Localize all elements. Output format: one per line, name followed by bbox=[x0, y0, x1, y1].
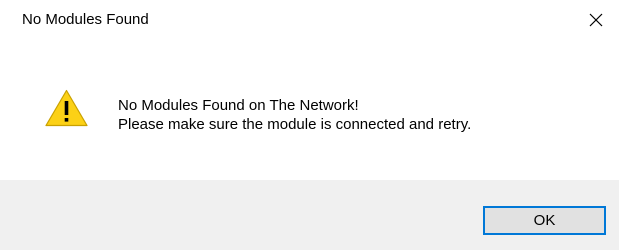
close-icon bbox=[588, 12, 604, 28]
message-dialog: No Modules Found No Modules Found on The… bbox=[0, 0, 619, 250]
title-bar: No Modules Found bbox=[0, 0, 619, 40]
dialog-content: No Modules Found on The Network! Please … bbox=[0, 40, 619, 180]
message-text: No Modules Found on The Network! Please … bbox=[118, 96, 471, 134]
ok-button-label: OK bbox=[533, 212, 556, 229]
message-line-1: No Modules Found on The Network! bbox=[118, 97, 359, 114]
close-button[interactable] bbox=[573, 0, 619, 40]
dialog-footer: OK bbox=[0, 180, 619, 250]
message-line-2: Please make sure the module is connected… bbox=[118, 116, 472, 133]
warning-icon bbox=[44, 88, 89, 128]
ok-button[interactable]: OK bbox=[483, 206, 606, 235]
dialog-title: No Modules Found bbox=[22, 11, 149, 28]
